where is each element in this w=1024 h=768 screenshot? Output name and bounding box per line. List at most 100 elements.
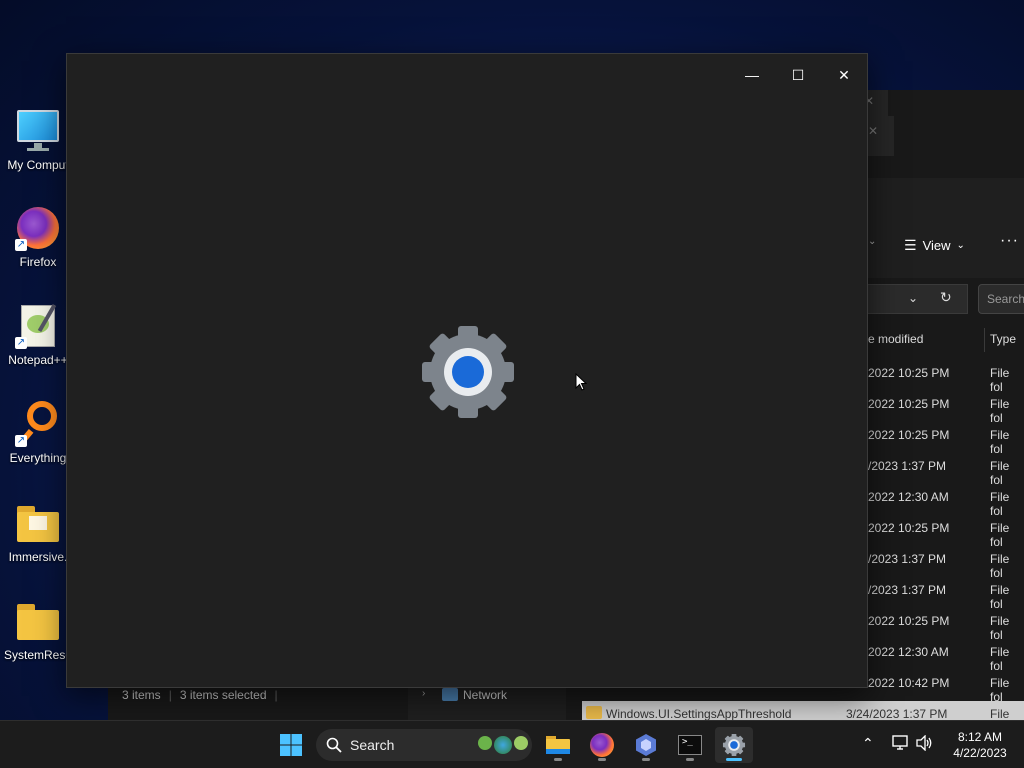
- close-icon: ✕: [868, 124, 879, 138]
- file-row-date: 2022 10:25 PM: [868, 397, 950, 411]
- file-row[interactable]: 2022 10:25 PM File fol: [868, 357, 1024, 394]
- settings-window[interactable]: — ☐ ✕: [66, 53, 868, 688]
- file-row-date: /2023 1:37 PM: [868, 583, 947, 597]
- desktop-icon-label: My Comput: [7, 158, 69, 172]
- search-icon: [326, 737, 342, 753]
- windows-logo-icon: [280, 734, 302, 756]
- desktop-icon-my-computer[interactable]: My Comput: [0, 108, 76, 172]
- chevron-down-icon: ⌄: [956, 239, 965, 251]
- chevron-right-icon[interactable]: ›: [422, 688, 425, 699]
- more-options-button[interactable]: ···: [1000, 232, 1019, 250]
- settings-gear-icon: [422, 326, 514, 418]
- desktop-icon-label: Notepad++: [8, 353, 68, 367]
- running-indicator: [554, 758, 562, 761]
- folder-icon: [546, 736, 570, 754]
- file-row[interactable]: 2022 10:25 PM File fol: [868, 605, 1024, 642]
- desktop-icon-label: Firefox: [19, 255, 57, 269]
- start-button[interactable]: [272, 727, 310, 763]
- firefox-icon: ↗: [15, 205, 61, 251]
- close-button[interactable]: ✕: [821, 60, 867, 90]
- file-row[interactable]: /2023 1:37 PM File fol: [868, 574, 1024, 611]
- explorer-tab-fragment: ✕: [868, 116, 894, 156]
- file-row[interactable]: 2022 10:25 PM File fol: [868, 512, 1024, 549]
- file-row[interactable]: 2022 10:42 PM File fol: [868, 667, 1024, 704]
- taskbar-firefox[interactable]: [583, 727, 621, 763]
- file-row-date: 2022 10:42 PM: [868, 676, 950, 690]
- file-row[interactable]: 2022 10:25 PM File fol: [868, 419, 1024, 456]
- file-row-type: File fol: [990, 676, 1010, 704]
- earth-day-highlight-icon: [478, 736, 528, 754]
- explorer-command-bar: [868, 178, 1024, 278]
- file-row[interactable]: /2023 1:37 PM File fol: [868, 450, 1024, 487]
- desktop-icon-label: Everything: [9, 451, 67, 465]
- nav-pane-network[interactable]: › Network: [408, 688, 566, 720]
- file-row[interactable]: 2022 10:25 PM File fol: [868, 388, 1024, 425]
- folder-icon: [586, 706, 602, 719]
- desktop-icon-notepad[interactable]: ↗ Notepad++: [0, 303, 76, 367]
- file-row-date: 2022 10:25 PM: [868, 428, 950, 442]
- desktop-icon-everything[interactable]: ↗ Everything: [0, 401, 76, 465]
- file-row-date: 2022 10:25 PM: [868, 614, 950, 628]
- address-bar[interactable]: ⌄ ↻: [868, 284, 968, 314]
- taskbar-clock[interactable]: 8:12 AM 4/22/2023: [940, 729, 1020, 761]
- desktop-icon-label: Immersive.: [8, 550, 68, 564]
- shortcut-arrow-icon: ↗: [15, 435, 27, 447]
- desktop-icon-label: SystemReso: [3, 648, 73, 662]
- mouse-cursor-icon: [575, 373, 587, 391]
- hexagon-app-icon: [636, 734, 656, 756]
- volume-icon[interactable]: [916, 734, 934, 754]
- file-row-date: 2022 12:30 AM: [868, 645, 949, 659]
- chevron-up-icon: ⌃: [862, 735, 874, 751]
- running-indicator: [686, 758, 694, 761]
- file-row-date: 2022 10:25 PM: [868, 366, 950, 380]
- file-row-date: 2022 12:30 AM: [868, 490, 949, 504]
- notepad-icon: ↗: [15, 303, 61, 349]
- file-row[interactable]: 2022 12:30 AM File fol: [868, 636, 1024, 673]
- taskbar-app-hexagon[interactable]: [627, 727, 665, 763]
- maximize-button[interactable]: ☐: [775, 60, 821, 90]
- chevron-down-icon[interactable]: ⌄: [908, 291, 918, 305]
- taskbar: Search >_ ⌃ 8:12 AM 4/22/2023: [0, 720, 1024, 768]
- folder-icon: [15, 500, 61, 546]
- monitor-icon: [15, 108, 61, 154]
- network-icon[interactable]: [892, 735, 910, 754]
- network-icon: [442, 688, 458, 701]
- running-indicator: [642, 758, 650, 761]
- file-row[interactable]: /2023 1:37 PM File fol: [868, 543, 1024, 580]
- desktop-icon-systemreso-folder[interactable]: SystemReso: [0, 598, 76, 662]
- column-header-type[interactable]: Type: [990, 332, 1016, 346]
- clock-time: 8:12 AM: [957, 730, 1003, 744]
- minimize-button[interactable]: —: [729, 60, 775, 90]
- status-items-count: 3 items: [122, 688, 161, 702]
- desktop-icon-immersive-folder[interactable]: Immersive.: [0, 500, 76, 564]
- view-button[interactable]: ☰ View ⌄: [904, 236, 965, 254]
- firefox-icon: [590, 733, 614, 757]
- taskbar-file-explorer[interactable]: [539, 727, 577, 763]
- terminal-icon: >_: [678, 735, 702, 755]
- clock-date: 4/22/2023: [953, 746, 1007, 760]
- taskbar-search-box[interactable]: Search: [316, 729, 532, 761]
- column-divider[interactable]: [984, 328, 985, 352]
- taskbar-terminal[interactable]: >_: [671, 727, 709, 763]
- file-row-date: 2022 10:25 PM: [868, 521, 950, 535]
- chevron-down-icon: ⌄: [868, 236, 877, 247]
- desktop-icon-firefox[interactable]: ↗ Firefox: [0, 205, 76, 269]
- file-row[interactable]: 2022 12:30 AM File fol: [868, 481, 1024, 518]
- running-indicator: [726, 758, 742, 761]
- taskbar-settings[interactable]: [715, 727, 753, 763]
- shortcut-arrow-icon: ↗: [15, 239, 27, 251]
- speaker-icon: [916, 734, 932, 752]
- explorer-search-input[interactable]: Search: [978, 284, 1024, 314]
- column-header-date-modified[interactable]: e modified: [868, 332, 923, 346]
- show-hidden-icons-button[interactable]: ⌃: [862, 735, 874, 752]
- refresh-icon[interactable]: ↻: [940, 289, 952, 306]
- shortcut-arrow-icon: ↗: [15, 337, 27, 349]
- network-status-icon: [892, 735, 908, 750]
- status-selected-count: 3 items selected: [179, 688, 267, 702]
- file-row-date: /2023 1:37 PM: [868, 552, 947, 566]
- running-indicator: [598, 758, 606, 761]
- settings-gear-icon: [722, 733, 746, 757]
- file-row-date: /2023 1:37 PM: [868, 459, 947, 473]
- view-list-icon: ☰: [904, 236, 917, 253]
- explorer-status-bar: 3 items | 3 items selected |: [108, 688, 408, 706]
